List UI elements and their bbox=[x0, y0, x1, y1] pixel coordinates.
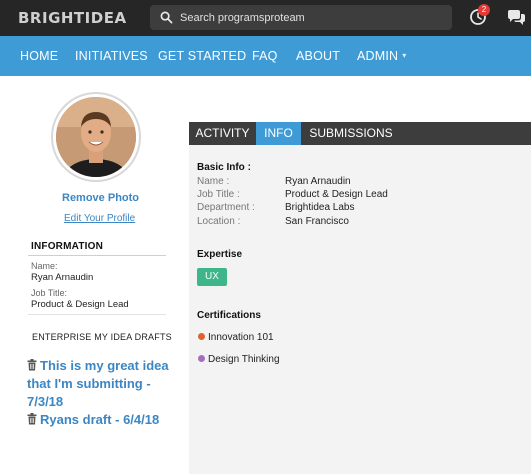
trash-icon[interactable] bbox=[27, 413, 37, 425]
nav-about[interactable]: ABOUT bbox=[296, 49, 340, 63]
divider bbox=[28, 314, 166, 315]
messages-button[interactable] bbox=[506, 9, 526, 27]
chevron-down-icon: ▾ bbox=[402, 51, 407, 60]
top-bar: BRIGHTIDEA 2 bbox=[0, 0, 531, 36]
job-title-label: Job Title : bbox=[197, 189, 240, 200]
draft-title[interactable]: This is my great idea that I'm submittin… bbox=[27, 358, 169, 409]
certification-item: Design Thinking bbox=[198, 354, 280, 365]
profile-photo bbox=[56, 97, 136, 177]
notifications-button[interactable]: 2 bbox=[469, 4, 490, 26]
certification-item: Innovation 101 bbox=[198, 332, 274, 343]
search-box[interactable] bbox=[150, 5, 452, 30]
expertise-heading: Expertise bbox=[197, 249, 243, 260]
profile-tabs: ACTIVITY INFO SUBMISSIONS bbox=[189, 122, 531, 145]
notification-badge: 2 bbox=[478, 4, 490, 16]
search-input[interactable] bbox=[180, 7, 440, 28]
trash-icon[interactable] bbox=[27, 359, 37, 371]
search-icon bbox=[160, 11, 173, 24]
remove-photo-link[interactable]: Remove Photo bbox=[62, 192, 139, 204]
basic-info-heading: Basic Info : bbox=[197, 162, 251, 173]
divider bbox=[28, 255, 166, 256]
name-label: Name: bbox=[31, 261, 58, 271]
location-value: San Francisco bbox=[285, 216, 349, 227]
job-title-value: Product & Design Lead bbox=[285, 189, 388, 200]
edit-profile-link[interactable]: Edit Your Profile bbox=[64, 213, 135, 224]
certification-name: Design Thinking bbox=[208, 354, 280, 365]
drafts-list: This is my great idea that I'm submittin… bbox=[27, 357, 177, 429]
draft-item[interactable]: Ryans draft - 6/4/18 bbox=[27, 411, 177, 429]
certification-dot bbox=[198, 333, 205, 340]
name-value: Ryan Arnaudin bbox=[31, 272, 94, 283]
tab-submissions[interactable]: SUBMISSIONS bbox=[301, 122, 401, 145]
certifications-heading: Certifications bbox=[197, 310, 261, 321]
information-heading: INFORMATION bbox=[31, 241, 104, 252]
nav-admin[interactable]: ADMIN ▾ bbox=[357, 49, 407, 63]
certification-dot bbox=[198, 355, 205, 362]
drafts-heading: ENTERPRISE MY IDEA DRAFTS bbox=[32, 332, 172, 342]
draft-item[interactable]: This is my great idea that I'm submittin… bbox=[27, 357, 177, 411]
avatar bbox=[56, 97, 136, 177]
department-label: Department : bbox=[197, 202, 255, 213]
job-title-label: Job Title: bbox=[31, 288, 68, 298]
expertise-tag[interactable]: UX bbox=[197, 268, 227, 286]
nav-admin-label: ADMIN bbox=[357, 49, 399, 63]
department-value: Brightidea Labs bbox=[285, 202, 355, 213]
brightidea-logo[interactable]: BRIGHTIDEA bbox=[18, 9, 127, 27]
draft-title[interactable]: Ryans draft - 6/4/18 bbox=[40, 412, 159, 427]
name-value: Ryan Arnaudin bbox=[285, 176, 351, 187]
tab-activity[interactable]: ACTIVITY bbox=[189, 122, 256, 145]
nav-initiatives[interactable]: INITIATIVES bbox=[75, 49, 148, 63]
certification-name: Innovation 101 bbox=[208, 332, 274, 343]
nav-get-started[interactable]: GET STARTED bbox=[158, 49, 246, 63]
nav-home[interactable]: HOME bbox=[20, 49, 58, 63]
chat-icon bbox=[508, 10, 525, 25]
name-label: Name : bbox=[197, 176, 230, 187]
tab-info[interactable]: INFO bbox=[256, 122, 301, 145]
main-nav: HOME INITIATIVES GET STARTED FAQ ABOUT A… bbox=[0, 36, 531, 76]
nav-faq[interactable]: FAQ bbox=[252, 49, 278, 63]
location-label: Location : bbox=[197, 216, 241, 227]
job-title-value: Product & Design Lead bbox=[31, 299, 129, 310]
